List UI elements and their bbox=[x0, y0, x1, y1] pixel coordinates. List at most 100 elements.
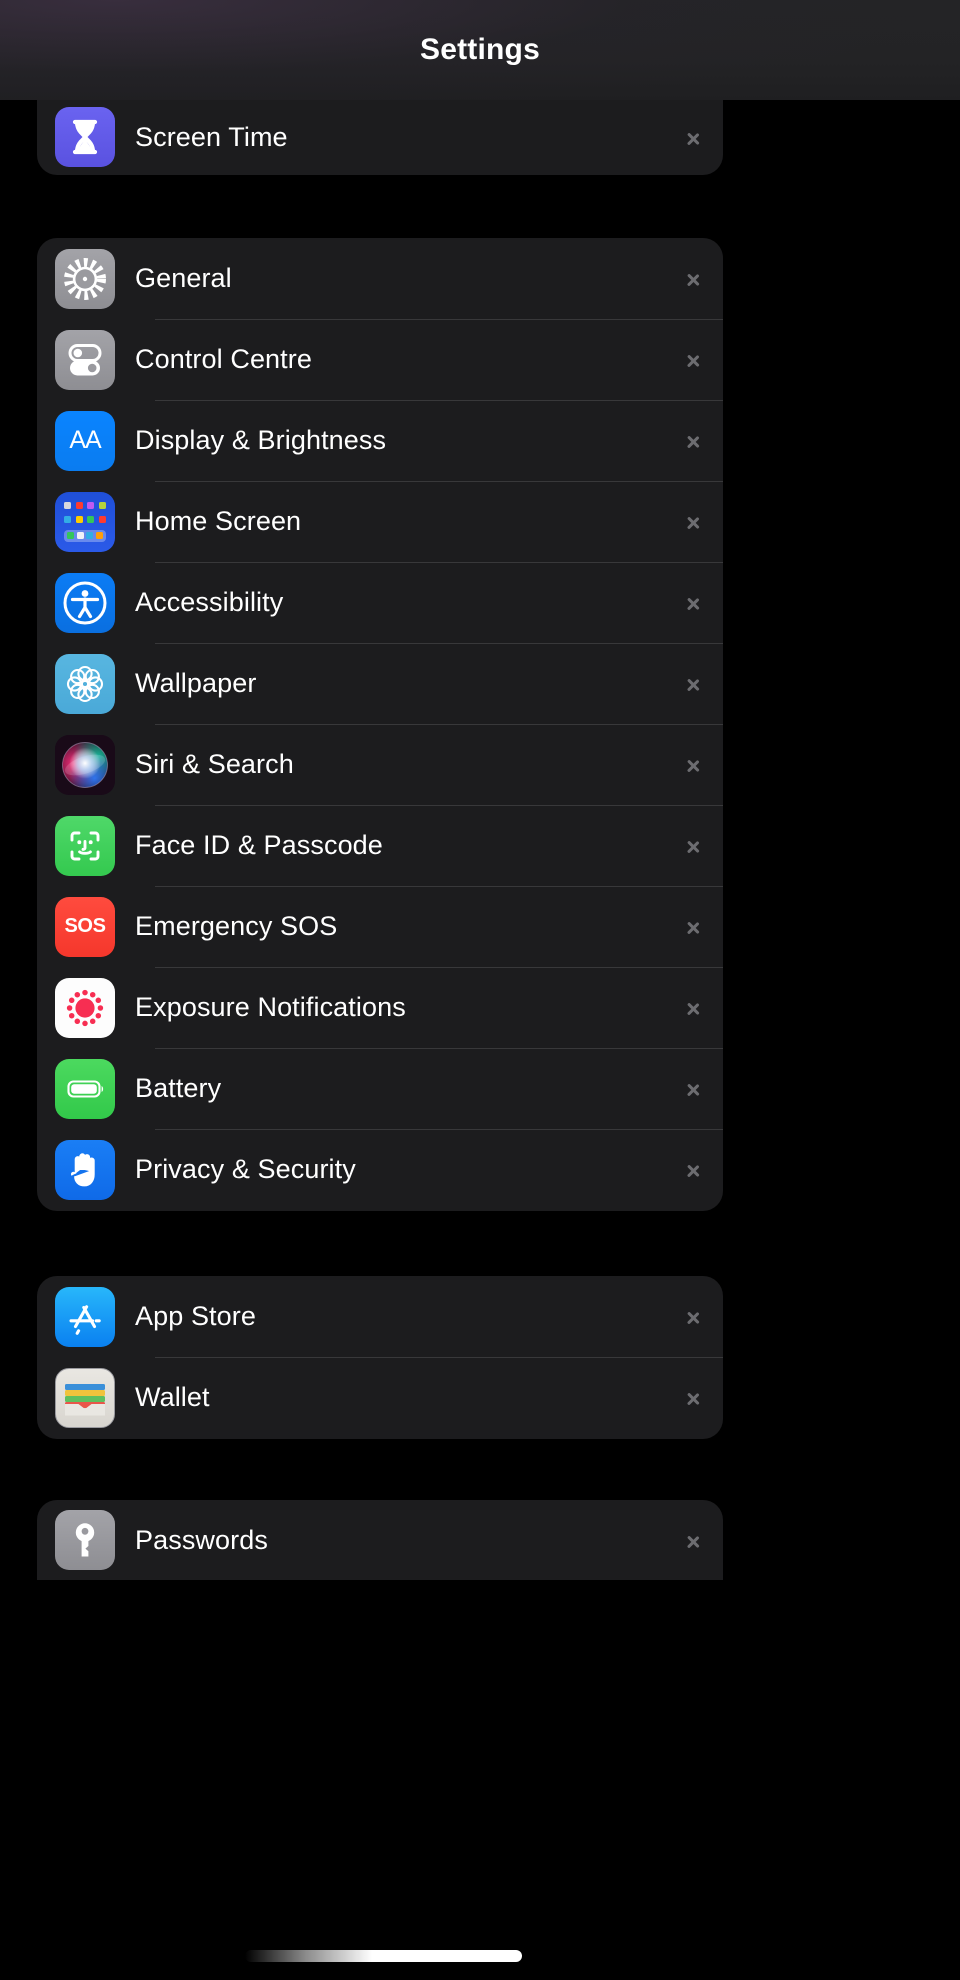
raised-hand-icon bbox=[55, 1139, 115, 1200]
exposure-dots-glyph bbox=[66, 989, 104, 1026]
chevron-right-icon bbox=[686, 833, 701, 859]
settings-row-battery[interactable]: Battery bbox=[37, 1048, 723, 1129]
settings-row-accessibility[interactable]: Accessibility bbox=[37, 562, 723, 643]
face-id-glyph bbox=[70, 831, 100, 860]
chevron-right-icon bbox=[686, 1076, 701, 1102]
app-grid-row-2 bbox=[64, 515, 106, 523]
raised-hand-glyph bbox=[70, 1152, 95, 1186]
chevron-right-icon bbox=[686, 671, 701, 697]
dock-dot bbox=[67, 532, 74, 539]
chevron-right-icon bbox=[686, 1304, 701, 1330]
chevron-right-icon bbox=[686, 509, 701, 535]
app-grid-icon bbox=[55, 491, 115, 552]
settings-row-label: Home Screen bbox=[135, 506, 302, 536]
settings-row-passwords[interactable]: Passwords bbox=[37, 1500, 723, 1580]
settings-row-control-centre[interactable]: Control Centre bbox=[37, 319, 723, 400]
settings-scroll-view[interactable]: Screen Time General Control Centre AA Di… bbox=[0, 0, 960, 1980]
settings-row-label: Privacy & Security bbox=[135, 1154, 356, 1184]
app-grid-glyph bbox=[64, 501, 106, 542]
chevron-right-icon bbox=[686, 914, 701, 940]
settings-row-label: Accessibility bbox=[135, 587, 284, 617]
app-store-glyph bbox=[69, 1304, 101, 1335]
key-glyph bbox=[75, 1523, 95, 1557]
app-grid-dock bbox=[64, 529, 106, 542]
app-dot bbox=[98, 501, 106, 509]
app-grid-row-1 bbox=[64, 501, 106, 509]
navigation-bar: Settings bbox=[0, 0, 960, 100]
toggle-switches-glyph bbox=[68, 343, 102, 375]
settings-row-app-store[interactable]: App Store bbox=[37, 1276, 723, 1357]
page-title: Settings bbox=[420, 33, 540, 66]
app-dot bbox=[87, 501, 95, 509]
face-id-icon bbox=[55, 815, 115, 876]
sos-icon: SOS bbox=[55, 896, 115, 957]
home-indicator[interactable] bbox=[245, 1950, 522, 1962]
flower-rosette-icon bbox=[55, 653, 115, 714]
wallet-card-3 bbox=[65, 1395, 105, 1402]
app-store-icon bbox=[55, 1286, 115, 1347]
aa-label: AA bbox=[69, 426, 101, 454]
settings-row-exposure-notifications[interactable]: Exposure Notifications bbox=[37, 967, 723, 1048]
sos-label: SOS bbox=[64, 915, 106, 937]
settings-row-emergency-sos[interactable]: SOS Emergency SOS bbox=[37, 886, 723, 967]
settings-row-general[interactable]: General bbox=[37, 238, 723, 319]
settings-row-label: Battery bbox=[135, 1073, 222, 1103]
settings-row-label: Siri & Search bbox=[135, 749, 294, 779]
settings-row-display-brightness[interactable]: AA Display & Brightness bbox=[37, 400, 723, 481]
siri-orb-icon bbox=[55, 734, 115, 795]
chevron-right-icon bbox=[686, 1527, 701, 1553]
settings-row-label: App Store bbox=[135, 1301, 256, 1331]
gear-glyph bbox=[64, 257, 106, 300]
exposure-dots-icon bbox=[55, 977, 115, 1038]
wallet-card-2 bbox=[65, 1389, 105, 1396]
wallet-card-1 bbox=[65, 1383, 105, 1390]
wallet-cards-glyph bbox=[65, 1380, 105, 1416]
settings-group-system: General Control Centre AA Display & Brig… bbox=[37, 238, 723, 1211]
settings-group-passwords: Passwords bbox=[37, 1500, 723, 1580]
text-size-aa-icon: AA bbox=[55, 410, 115, 471]
settings-screen: Screen Time General Control Centre AA Di… bbox=[0, 0, 960, 1980]
settings-row-siri-search[interactable]: Siri & Search bbox=[37, 724, 723, 805]
chevron-right-icon bbox=[686, 124, 701, 150]
battery-icon bbox=[55, 1058, 115, 1119]
accessibility-person-icon bbox=[55, 572, 115, 633]
gear-icon bbox=[55, 248, 115, 309]
rosette-glyph bbox=[66, 665, 104, 702]
chevron-right-icon bbox=[686, 347, 701, 373]
settings-row-face-id-passcode[interactable]: Face ID & Passcode bbox=[37, 805, 723, 886]
settings-row-label: Exposure Notifications bbox=[135, 992, 406, 1022]
toggle-switches-icon bbox=[55, 329, 115, 390]
settings-row-label: Wallet bbox=[135, 1382, 210, 1412]
wallet-icon bbox=[55, 1367, 115, 1428]
hourglass-glyph bbox=[72, 119, 98, 155]
settings-row-label: Screen Time bbox=[135, 121, 288, 152]
app-dot bbox=[98, 515, 106, 523]
chevron-right-icon bbox=[686, 1157, 701, 1183]
app-dot bbox=[64, 515, 71, 523]
settings-row-label: Emergency SOS bbox=[135, 911, 338, 941]
dock-dot bbox=[95, 532, 103, 539]
chevron-right-icon bbox=[686, 590, 701, 616]
settings-row-label: Passwords bbox=[135, 1524, 268, 1555]
key-icon bbox=[55, 1510, 115, 1570]
settings-row-label: General bbox=[135, 263, 232, 293]
chevron-right-icon bbox=[686, 428, 701, 454]
settings-row-home-screen[interactable]: Home Screen bbox=[37, 481, 723, 562]
settings-group-screen-time: Screen Time bbox=[37, 99, 723, 175]
dock-dot bbox=[76, 532, 84, 539]
app-dot bbox=[87, 515, 95, 523]
settings-row-screen-time[interactable]: Screen Time bbox=[37, 99, 723, 175]
battery-glyph bbox=[67, 1079, 104, 1098]
settings-row-label: Display & Brightness bbox=[135, 425, 387, 455]
settings-row-wallet[interactable]: Wallet bbox=[37, 1357, 723, 1438]
app-dot bbox=[64, 501, 71, 509]
app-dot bbox=[75, 501, 83, 509]
siri-orb-glyph bbox=[55, 734, 115, 795]
settings-row-privacy-security[interactable]: Privacy & Security bbox=[37, 1129, 723, 1210]
app-dot bbox=[75, 515, 83, 523]
chevron-right-icon bbox=[686, 1385, 701, 1411]
accessibility-glyph bbox=[63, 581, 107, 624]
settings-row-wallpaper[interactable]: Wallpaper bbox=[37, 643, 723, 724]
hourglass-icon bbox=[55, 107, 115, 167]
chevron-right-icon bbox=[686, 752, 701, 778]
